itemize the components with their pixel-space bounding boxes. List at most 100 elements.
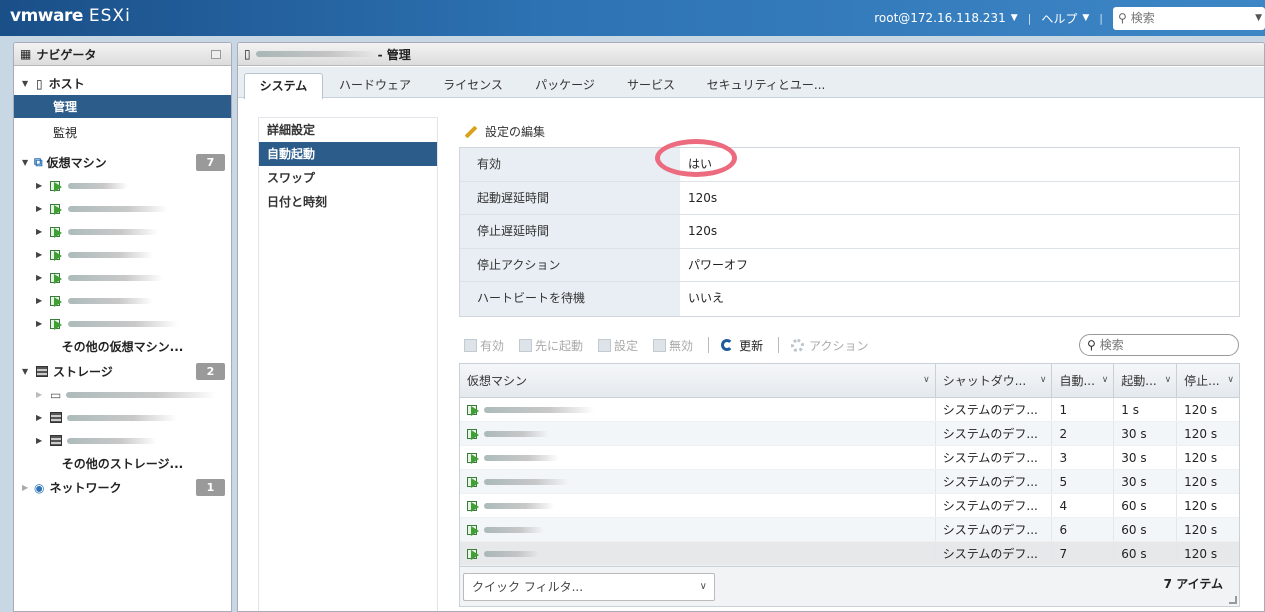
- actions-label: アクション: [809, 338, 869, 353]
- nav-host[interactable]: ▼ ▯ ホスト: [14, 72, 231, 95]
- property-row: 停止遅延時間 120s: [460, 215, 1239, 249]
- shutdown-cell: システムのデフ...: [936, 518, 1053, 541]
- expand-right-icon[interactable]: ▶: [36, 181, 46, 190]
- nav-vm-item[interactable]: ▶: [14, 243, 231, 266]
- table-row[interactable]: システムのデフ... 1 1 s 120 s: [460, 398, 1239, 422]
- refresh-icon: [721, 339, 734, 351]
- tab-system[interactable]: システム: [244, 73, 323, 99]
- chevron-down-icon[interactable]: ∨: [923, 375, 930, 385]
- table-row[interactable]: システムのデフ... 5 30 s 120 s: [460, 470, 1239, 494]
- table-row[interactable]: システムのデフ... 7 60 s 120 s: [460, 542, 1239, 566]
- nav-vm-item[interactable]: ▶: [14, 289, 231, 312]
- subnav-swap[interactable]: スワップ: [259, 166, 437, 190]
- column-header-stop-delay[interactable]: 停止... ∨: [1177, 364, 1239, 397]
- stop-delay-cell: 120 s: [1184, 522, 1218, 537]
- column-header-order[interactable]: 自動... ∨: [1052, 364, 1115, 397]
- autostart-vm-grid: 仮想マシン ∨ シャットダウ... ∨ 自動... ∨ 起動... ∨ 停止... ∨ シ…: [459, 363, 1240, 607]
- chevron-down-icon[interactable]: ∨: [1102, 375, 1109, 385]
- nav-storage[interactable]: ▼ ストレージ 2: [14, 360, 231, 383]
- minimize-icon[interactable]: [211, 50, 221, 59]
- redacted-name: [484, 454, 559, 461]
- expand-right-icon[interactable]: ▶: [36, 273, 46, 282]
- nav-manage[interactable]: 管理: [14, 95, 231, 118]
- nav-storage-item[interactable]: ▶ ▭: [14, 383, 231, 406]
- nav-vms[interactable]: ▼ ⧉ 仮想マシン 7: [14, 151, 231, 174]
- grid-search[interactable]: ⚲: [1079, 334, 1239, 356]
- quick-filter-select[interactable]: クイック フィルタ... ∨: [463, 573, 715, 601]
- help-menu[interactable]: ヘルプ ▼: [1041, 10, 1089, 27]
- table-row[interactable]: システムのデフ... 3 30 s 120 s: [460, 446, 1239, 470]
- subnav-advanced[interactable]: 詳細設定: [259, 118, 437, 142]
- more-storage-link[interactable]: その他のストレージ...: [14, 452, 231, 475]
- column-header-shutdown[interactable]: シャットダウ... ∨: [936, 364, 1053, 397]
- expand-right-icon[interactable]: ▶: [36, 413, 46, 422]
- edit-settings-link[interactable]: 設定の編集: [464, 123, 545, 140]
- expand-right-icon[interactable]: ▶: [36, 250, 46, 259]
- tab-license[interactable]: ライセンス: [433, 73, 513, 98]
- expand-right-icon[interactable]: ▶: [36, 204, 46, 213]
- tab-packages[interactable]: パッケージ: [525, 73, 605, 98]
- tab-services[interactable]: サービス: [618, 73, 684, 98]
- user-menu[interactable]: root@172.16.118.231 ▼: [874, 11, 1017, 25]
- redacted-name: [68, 320, 178, 327]
- nav-storage-label: ストレージ: [53, 365, 113, 379]
- divider: |: [1027, 11, 1032, 25]
- property-row: 起動遅延時間 120s: [460, 181, 1239, 216]
- disable-icon: [653, 338, 667, 352]
- redacted-name: [484, 430, 549, 437]
- expand-right-icon[interactable]: ▶: [36, 436, 46, 445]
- vm-powered-on-icon: [467, 476, 480, 488]
- grid-search-input[interactable]: [1099, 338, 1220, 352]
- subnav-autostart[interactable]: 自動起動: [259, 142, 437, 166]
- chevron-down-icon[interactable]: ▼: [1255, 13, 1262, 23]
- start-earlier-button[interactable]: 先に起動: [519, 337, 583, 354]
- table-row[interactable]: システムのデフ... 4 60 s 120 s: [460, 494, 1239, 518]
- nav-vm-item[interactable]: ▶: [14, 197, 231, 220]
- column-header-vm[interactable]: 仮想マシン ∨: [460, 364, 936, 397]
- column-header-start-delay[interactable]: 起動... ∨: [1114, 364, 1178, 397]
- nav-vm-item[interactable]: ▶: [14, 174, 231, 197]
- vms-icon: ⧉: [34, 155, 43, 169]
- nav-monitor[interactable]: 監視: [14, 121, 231, 144]
- expand-right-icon[interactable]: ▶: [36, 319, 46, 328]
- expand-right-icon[interactable]: ▶: [36, 390, 46, 399]
- property-row: 停止アクション パワーオフ: [460, 248, 1239, 283]
- expand-down-icon[interactable]: ▼: [22, 367, 32, 376]
- expand-down-icon[interactable]: ▼: [22, 79, 32, 88]
- refresh-button[interactable]: 更新: [721, 337, 763, 354]
- chevron-down-icon[interactable]: ∨: [1165, 375, 1172, 385]
- nav-network[interactable]: ▶ ◉ ネットワーク 1: [14, 476, 231, 499]
- table-row[interactable]: システムのデフ... 2 30 s 120 s: [460, 422, 1239, 446]
- user-label: root@172.16.118.231: [874, 11, 1006, 25]
- configure-button[interactable]: 設定: [598, 337, 638, 354]
- redacted-name: [68, 228, 158, 235]
- chevron-down-icon[interactable]: ∨: [1227, 375, 1234, 385]
- nav-vm-item[interactable]: ▶: [14, 220, 231, 243]
- global-search-input[interactable]: [1130, 11, 1241, 25]
- redacted-name: [484, 526, 544, 533]
- more-vms-link[interactable]: その他の仮想マシン...: [14, 335, 231, 358]
- stop-delay-cell: 120 s: [1184, 546, 1218, 561]
- stop-delay-cell: 120 s: [1184, 450, 1218, 465]
- nav-storage-item[interactable]: ▶: [14, 406, 231, 429]
- grid-header: 仮想マシン ∨ シャットダウ... ∨ 自動... ∨ 起動... ∨ 停止... ∨: [460, 364, 1239, 398]
- global-search[interactable]: ⚲ ▼: [1113, 6, 1265, 30]
- expand-down-icon[interactable]: ▼: [22, 158, 32, 167]
- nav-storage-item[interactable]: ▶: [14, 429, 231, 452]
- tab-hardware[interactable]: ハードウェア: [330, 73, 420, 98]
- expand-right-icon[interactable]: ▶: [36, 227, 46, 236]
- disable-button[interactable]: 無効: [653, 337, 693, 354]
- vm-powered-on-icon: [467, 500, 480, 512]
- subnav-datetime[interactable]: 日付と時刻: [259, 190, 437, 214]
- resize-handle-icon[interactable]: [1229, 596, 1237, 604]
- nav-vm-item[interactable]: ▶: [14, 266, 231, 289]
- nav-vm-item[interactable]: ▶: [14, 312, 231, 335]
- expand-right-icon[interactable]: ▶: [36, 296, 46, 305]
- chevron-down-icon[interactable]: ∨: [1040, 375, 1047, 385]
- table-row[interactable]: システムのデフ... 6 60 s 120 s: [460, 518, 1239, 542]
- tab-security[interactable]: セキュリティとユー...: [701, 73, 831, 98]
- enable-button[interactable]: 有効: [464, 337, 504, 354]
- actions-button[interactable]: アクション: [791, 337, 868, 354]
- vm-powered-on-icon: [467, 428, 480, 440]
- expand-right-icon[interactable]: ▶: [22, 483, 32, 492]
